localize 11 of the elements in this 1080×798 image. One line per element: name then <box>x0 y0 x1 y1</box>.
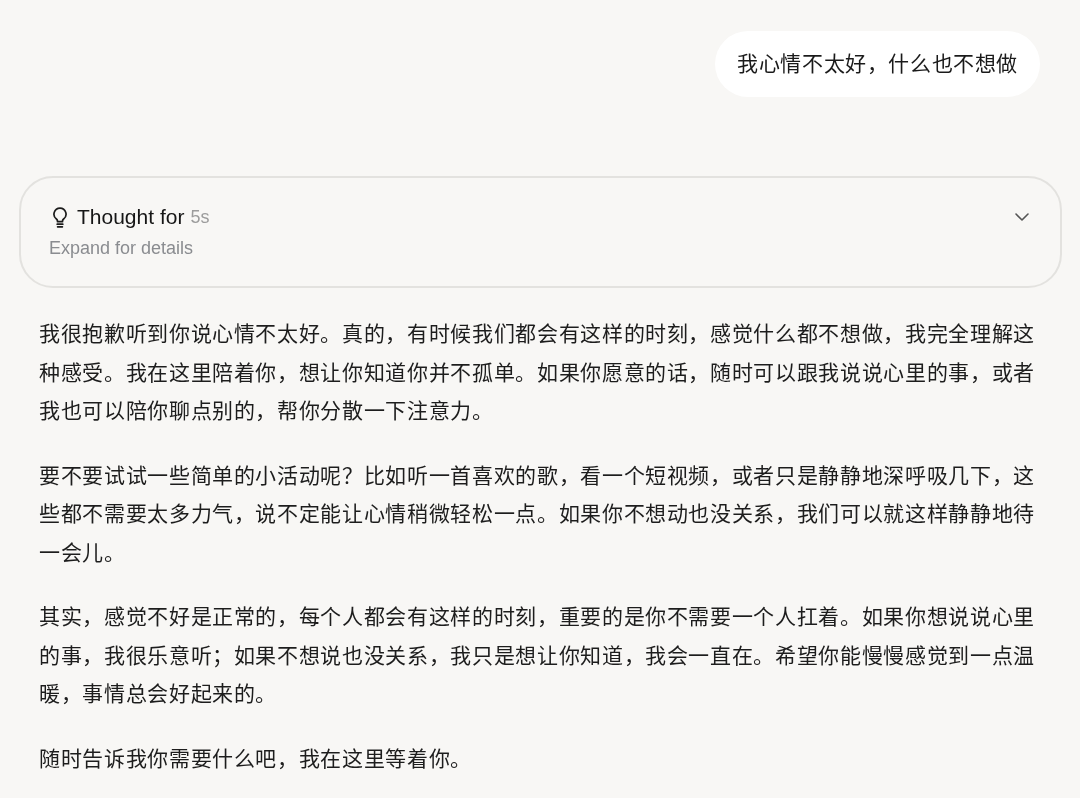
chevron-icon[interactable] <box>1015 213 1029 221</box>
reasoning-panel[interactable]: Thought for 5s Expand for details <box>19 176 1062 288</box>
expand-hint: Expand for details <box>49 237 195 260</box>
user-message-bubble: 我心情不太好，什么也不想做 <box>715 31 1040 97</box>
lightbulb-icon <box>52 206 68 228</box>
reasoning-duration: 5s <box>190 206 210 228</box>
assistant-paragraph: 其实，感觉不好是正常的，每个人都会有这样的时刻，重要的是你不需要一个人扛着。如果你想说说心里的事，我很乐意听；如果不想说也没关系，我只是想让你知道，我会一直在。希望你能慢慢感觉到一点温暖，事情总会好起来的。 <box>39 604 1036 707</box>
reasoning-title: Thought for <box>77 205 185 229</box>
assistant-paragraph: 要不要试试一些简单的小活动呢？比如听一首喜欢的歌，看一个短视频，或者只是静静地深呼吸几下，这些都不需要太多力气，说不定能让心情稍微轻松一点。如果你不想动也没关系，我们可以就这样静静地待一会儿。 <box>39 462 1036 566</box>
assistant-paragraph: 随时告诉我你需要什么吧，我在这里等着你。 <box>39 745 473 772</box>
assistant-paragraph: 我很抱歉听到你说心情不太好。真的，有时候我们都会有这样的时刻，感觉什么都不想做，我完全理解这种感受。我在这里陪着你，想让你知道你并不孤单。如果你愿意的话，随时可以跟我说说心里的事，或者我也可以陪你聊点别的，帮你分散一下注意力。 <box>39 321 1036 424</box>
